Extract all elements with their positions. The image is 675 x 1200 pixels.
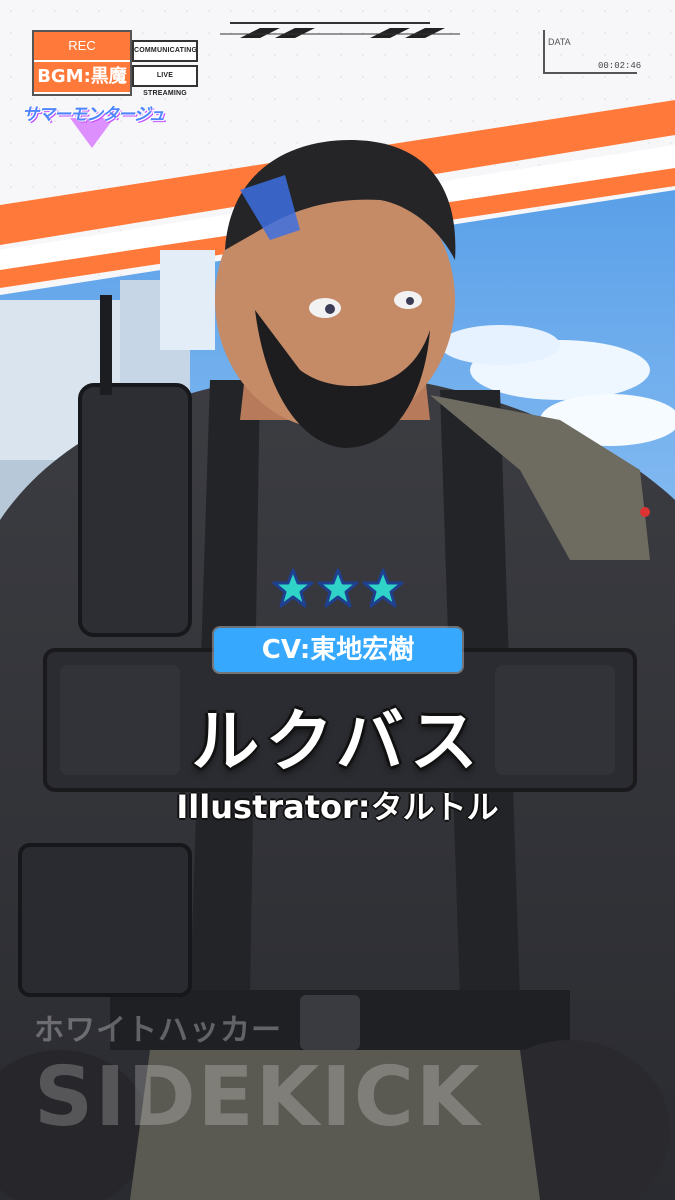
timer: 00:02:46 bbox=[598, 61, 642, 71]
hud-arrows bbox=[220, 28, 460, 38]
rarity-stars bbox=[272, 567, 404, 615]
star-icon bbox=[317, 568, 359, 608]
rec-indicator: REC BGM:黒魔 bbox=[32, 30, 132, 96]
illustrator-credit: Illustrator:タルトル bbox=[176, 788, 499, 826]
rec-label: REC bbox=[34, 32, 130, 60]
character-name: ルクバス bbox=[191, 703, 484, 782]
status-live-streaming: LIVE STREAMING bbox=[132, 65, 198, 97]
bgm-label: BGM:黒魔 bbox=[34, 62, 130, 92]
character-card: REC BGM:黒魔 COMMUNICATING LIVE STREAMING … bbox=[0, 0, 675, 1200]
class-title-jp: ホワイトハッカー bbox=[34, 1013, 282, 1048]
data-label: DATA bbox=[548, 37, 571, 47]
cv-badge: CV:東地宏樹 bbox=[214, 628, 462, 672]
status-communicating: COMMUNICATING bbox=[132, 40, 198, 62]
hud-top-line bbox=[230, 22, 430, 24]
class-title-en: SIDEKICK bbox=[34, 1050, 482, 1145]
star-icon bbox=[272, 568, 314, 608]
event-logo: サマーモンタージュ bbox=[22, 105, 165, 125]
star-icon bbox=[362, 568, 404, 608]
